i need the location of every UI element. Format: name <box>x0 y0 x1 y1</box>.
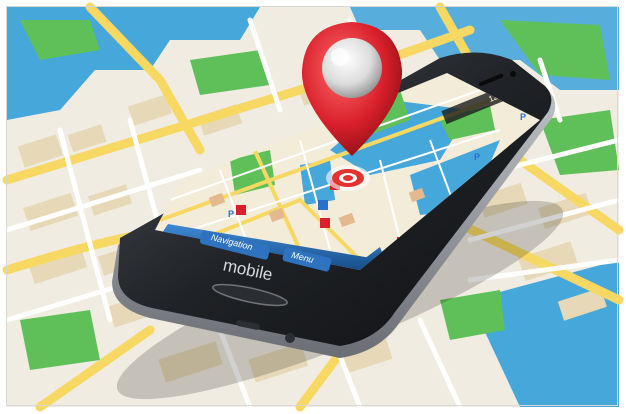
audio-jack <box>285 333 295 343</box>
parking-label: P <box>520 112 526 122</box>
park-area <box>20 310 100 370</box>
parking-label: P <box>474 152 480 162</box>
map-phone-photo: P P P 12:18 Navigation Menu <box>2 2 624 412</box>
location-target <box>326 165 370 191</box>
parking-label: P <box>228 209 234 219</box>
front-camera <box>510 71 516 77</box>
